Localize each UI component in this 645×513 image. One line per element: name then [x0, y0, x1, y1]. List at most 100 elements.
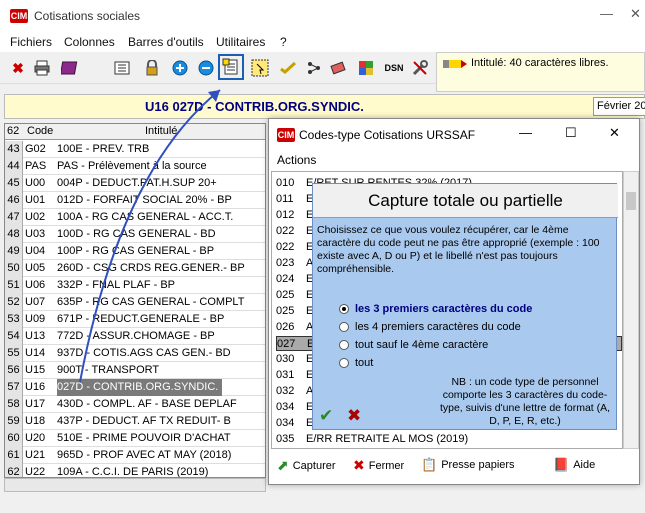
- list-item-code: 030: [276, 353, 295, 365]
- list-item-code: 012: [276, 209, 295, 221]
- table-row[interactable]: 61 U21 965D - PROF AVEC AT MAY (2018): [5, 447, 265, 464]
- row-number: 54: [5, 328, 23, 345]
- list-item-code: 024: [276, 273, 295, 285]
- dialog-close-button[interactable]: ✕: [609, 125, 620, 141]
- row-code: U15: [25, 364, 46, 376]
- row-code: U04: [25, 245, 46, 257]
- row-label: 430D - COMPL. AF - BASE DEPLAF: [57, 398, 237, 410]
- row-code: U01: [25, 194, 46, 206]
- capture-option-radio[interactable]: les 3 premiers caractères du code: [339, 301, 532, 317]
- close-icon: ✖: [353, 457, 365, 473]
- row-number: 58: [5, 396, 23, 413]
- table-row[interactable]: 60 U20 510E - PRIME POUVOIR D'ACHAT: [5, 430, 265, 447]
- month-select[interactable]: Février 20: [593, 97, 645, 116]
- row-code: U09: [25, 313, 46, 325]
- table-row[interactable]: 59 U18 437P - DEDUCT. AF TX REDUIT- B: [5, 413, 265, 430]
- list-item-code: 010: [276, 177, 295, 189]
- row-label: 510E - PRIME POUVOIR D'ACHAT: [57, 432, 231, 444]
- dialog-menu-actions[interactable]: Actions: [277, 153, 316, 167]
- table-row[interactable]: 62 U22 109A - C.C.I. DE PARIS (2019): [5, 464, 265, 478]
- print-icon[interactable]: [32, 58, 52, 78]
- vertical-scrollbar[interactable]: [623, 171, 639, 449]
- row-code: U13: [25, 330, 46, 342]
- info-box: Intitulé: 40 caractères libres.: [436, 52, 645, 92]
- row-number: 46: [5, 192, 23, 209]
- close-button[interactable]: ✕: [630, 6, 641, 22]
- row-code: U20: [25, 432, 46, 444]
- row-code: U07: [25, 296, 46, 308]
- horizontal-scrollbar[interactable]: [4, 478, 266, 492]
- radio-label: les 4 premiers caractères du code: [355, 321, 521, 333]
- row-code: U02: [25, 211, 46, 223]
- close-icon[interactable]: ✖: [8, 58, 28, 78]
- row-code: U22: [25, 466, 46, 478]
- dialog-minimize-button[interactable]: —: [519, 125, 532, 140]
- capture-option-radio[interactable]: tout sauf le 4ème caractère: [339, 337, 488, 353]
- row-label: 437P - DEDUCT. AF TX REDUIT- B: [57, 415, 231, 427]
- capture-description: Choisissez ce que vous voulez récupérer,…: [317, 224, 600, 275]
- radio-label: tout sauf le 4ème caractère: [355, 339, 489, 351]
- row-number: 44: [5, 158, 23, 175]
- row-code: U17: [25, 398, 46, 410]
- row-code: U00: [25, 177, 46, 189]
- row-label: 965D - PROF AVEC AT MAY (2018): [57, 449, 232, 461]
- radio-label: les 3 premiers caractères du code: [355, 303, 533, 315]
- row-number: 57: [5, 379, 23, 396]
- menu-fichiers[interactable]: Fichiers: [10, 35, 52, 49]
- capture-panel-title: Capture totale ou partielle: [313, 184, 618, 218]
- row-label: 109A - C.C.I. DE PARIS (2019): [57, 466, 209, 478]
- cancel-button[interactable]: ✖: [347, 406, 361, 426]
- menu-utilitaires[interactable]: Utilitaires: [216, 35, 265, 49]
- row-code: U06: [25, 279, 46, 291]
- list-item-code: 025: [276, 305, 295, 317]
- dsn-icon[interactable]: DSN: [382, 58, 406, 78]
- dialog-maximize-button[interactable]: ☐: [565, 125, 577, 141]
- fermer-button[interactable]: ✖ Fermer: [353, 457, 404, 474]
- list-item-code: 026: [276, 321, 295, 333]
- grid-header-num[interactable]: 62: [7, 125, 19, 137]
- list-item-code: 025: [276, 289, 295, 301]
- capture-panel: Capture totale ou partielle Choisissez c…: [312, 183, 618, 430]
- minimize-button[interactable]: —: [600, 6, 613, 21]
- title-bar: CIM Cotisations sociales — ✕: [0, 0, 645, 32]
- clipboard-button[interactable]: 📋 Presse papiers: [421, 457, 515, 473]
- ok-button[interactable]: ✔: [319, 406, 333, 426]
- row-number: 55: [5, 345, 23, 362]
- menu-barres-outils[interactable]: Barres d'outils: [128, 35, 204, 49]
- row-number: 49: [5, 243, 23, 260]
- row-code: U14: [25, 347, 46, 359]
- book-icon: 📕: [553, 457, 570, 472]
- menu-colonnes[interactable]: Colonnes: [64, 35, 115, 49]
- row-number: 62: [5, 464, 23, 477]
- list-item-code: 011: [276, 193, 294, 205]
- list-item-code: 034: [276, 417, 295, 429]
- grid-header-code[interactable]: Code: [27, 125, 53, 137]
- help-button[interactable]: 📕 Aide: [553, 457, 595, 473]
- grid-icon[interactable]: [356, 58, 376, 78]
- table-row[interactable]: 58 U17 430D - COMPL. AF - BASE DEPLAF: [5, 396, 265, 413]
- info-text: Intitulé: 40 caractères libres.: [471, 57, 609, 69]
- tools-icon[interactable]: [410, 58, 430, 78]
- capture-label: Capturer: [292, 459, 336, 472]
- tree-icon[interactable]: [304, 58, 324, 78]
- menu-bar: Fichiers Colonnes Barres d'outils Utilit…: [0, 32, 645, 52]
- clipboard-label: Presse papiers: [441, 459, 515, 471]
- check-icon[interactable]: [278, 58, 298, 78]
- capture-option-radio[interactable]: les 4 premiers caractères du code: [339, 319, 521, 335]
- row-code: G02: [25, 143, 46, 155]
- select-icon[interactable]: [250, 58, 270, 78]
- capture-button[interactable]: ⬈ Capturer: [277, 457, 336, 474]
- list-item-label: E/RR RETRAITE AL MOS (2019): [306, 433, 469, 445]
- list-item-code: 035: [276, 433, 295, 445]
- radio-circle: [339, 358, 349, 368]
- list-item[interactable]: 035 E/RR RETRAITE AL MOS (2019): [276, 432, 622, 447]
- capture-option-radio[interactable]: tout: [339, 355, 373, 371]
- dialog-title: Codes-type Cotisations URSSAF: [299, 128, 476, 142]
- eraser-icon[interactable]: [328, 58, 348, 78]
- list-item-code: 023: [276, 257, 295, 269]
- scroll-thumb[interactable]: [626, 192, 636, 210]
- menu-help[interactable]: ?: [280, 35, 287, 49]
- row-code: U05: [25, 262, 46, 274]
- help-label: Aide: [573, 459, 596, 471]
- row-number: 56: [5, 362, 23, 379]
